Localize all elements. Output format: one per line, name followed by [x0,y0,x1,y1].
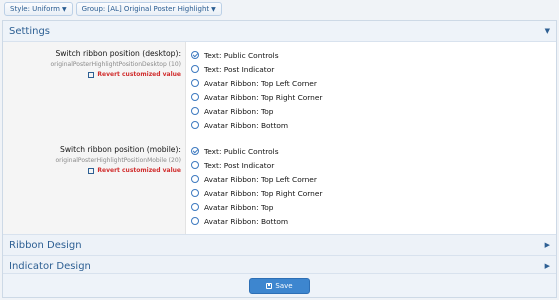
radio-checked-icon [191,51,199,59]
radio-option[interactable]: Avatar Ribbon: Top Right Corner [191,90,556,104]
radio-option[interactable]: Text: Public Controls [191,144,556,158]
radio-icon [191,217,199,225]
revert-label: Revert customized value [97,71,181,78]
option-choices: Text: Public Controls Text: Post Indicat… [186,138,556,234]
radio-label: Avatar Ribbon: Bottom [204,216,289,226]
style-dropdown-button[interactable]: Style: Uniform ▼ [4,2,73,16]
radio-option[interactable]: Avatar Ribbon: Top Left Corner [191,76,556,90]
toolbar: Style: Uniform ▼ Group: [AL] Original Pos… [4,2,222,16]
radio-icon [191,93,199,101]
indicator-design-title: Indicator Design [9,260,91,272]
radio-option[interactable]: Avatar Ribbon: Bottom [191,214,556,228]
group-dropdown-button[interactable]: Group: [AL] Original Poster Highlight ▼ [75,2,222,16]
radio-checked-icon [191,147,199,155]
radio-option[interactable]: Avatar Ribbon: Top [191,104,556,118]
radio-label: Avatar Ribbon: Top Left Corner [204,78,317,88]
chevron-right-icon: ▶ [544,241,550,249]
settings-section-header[interactable]: Settings ▼ [3,21,556,42]
revert-customized-checkbox[interactable]: Revert customized value [88,71,181,78]
chevron-down-icon: ▼ [62,6,67,13]
radio-icon [191,203,199,211]
radio-option[interactable]: Avatar Ribbon: Top Right Corner [191,186,556,200]
radio-icon [191,65,199,73]
option-row-desktop: Switch ribbon position (desktop): origin… [3,42,556,138]
group-dropdown-label: Group: [AL] Original Poster Highlight [81,5,210,13]
form-footer: Save [3,273,556,297]
radio-icon [191,189,199,197]
radio-icon [191,79,199,87]
option-id: originalPosterHighlightPositionMobile (2… [55,157,182,164]
radio-option[interactable]: Text: Post Indicator [191,158,556,172]
radio-label: Avatar Ribbon: Top [204,106,274,116]
radio-label: Avatar Ribbon: Top Left Corner [204,174,317,184]
save-label: Save [275,281,293,290]
radio-label: Text: Public Controls [204,50,279,60]
radio-icon [191,175,199,183]
radio-label: Text: Public Controls [204,146,279,156]
checkbox-icon [88,167,95,174]
settings-body: Switch ribbon position (desktop): origin… [3,42,556,234]
radio-option[interactable]: Text: Post Indicator [191,62,556,76]
option-label: Switch ribbon position (desktop): [55,49,181,58]
option-label-cell: Switch ribbon position (desktop): origin… [3,42,186,138]
option-row-mobile: Switch ribbon position (mobile): origina… [3,138,556,234]
checkbox-icon [88,71,95,78]
radio-label: Avatar Ribbon: Top Right Corner [204,92,323,102]
radio-option[interactable]: Text: Public Controls [191,48,556,62]
revert-customized-checkbox[interactable]: Revert customized value [88,167,181,174]
option-label-cell: Switch ribbon position (mobile): origina… [3,138,186,234]
radio-option[interactable]: Avatar Ribbon: Top Left Corner [191,172,556,186]
option-choices: Text: Public Controls Text: Post Indicat… [186,42,556,138]
radio-label: Avatar Ribbon: Bottom [204,120,289,130]
radio-icon [191,121,199,129]
chevron-down-icon: ▼ [544,27,550,35]
radio-label: Text: Post Indicator [204,64,275,74]
radio-option[interactable]: Avatar Ribbon: Bottom [191,118,556,132]
revert-label: Revert customized value [97,167,181,174]
save-button[interactable]: Save [249,277,310,294]
settings-title: Settings [9,25,51,37]
option-id: originalPosterHighlightPositionDesktop (… [50,61,181,68]
radio-label: Avatar Ribbon: Top [204,202,274,212]
chevron-right-icon: ▶ [544,262,550,270]
radio-label: Avatar Ribbon: Top Right Corner [204,188,323,198]
chevron-down-icon: ▼ [211,6,216,13]
save-icon [266,282,273,289]
style-dropdown-label: Style: Uniform [10,5,60,13]
radio-option[interactable]: Avatar Ribbon: Top [191,200,556,214]
option-label: Switch ribbon position (mobile): [60,145,181,154]
options-panel: Settings ▼ Switch ribbon position (deskt… [2,20,557,298]
ribbon-design-title: Ribbon Design [9,239,82,251]
radio-label: Text: Post Indicator [204,160,275,170]
ribbon-design-section-header[interactable]: Ribbon Design ▶ [3,234,556,255]
radio-icon [191,107,199,115]
radio-icon [191,161,199,169]
